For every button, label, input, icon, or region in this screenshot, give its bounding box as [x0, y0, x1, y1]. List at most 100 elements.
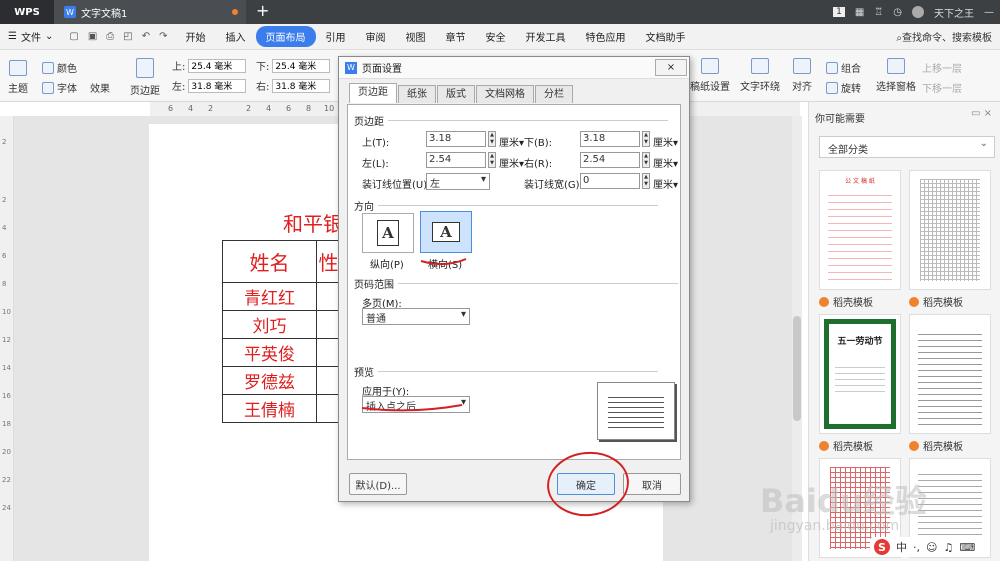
- right-margin-field[interactable]: 2.54: [580, 152, 640, 168]
- bottom-spinner[interactable]: ▲ ▼: [642, 131, 650, 147]
- punct-icon[interactable]: ·,: [913, 541, 920, 554]
- minimize-icon[interactable]: —: [984, 7, 994, 18]
- right-spinner[interactable]: ▲ ▼: [642, 152, 650, 168]
- top-margin-field[interactable]: 3.18: [426, 131, 486, 147]
- template-card[interactable]: [909, 170, 991, 290]
- tab-paper[interactable]: 纸张: [398, 85, 436, 103]
- save-icon[interactable]: ▣: [88, 31, 97, 42]
- gutter-unit[interactable]: 厘米▾: [653, 176, 678, 191]
- table-cell[interactable]: [316, 310, 341, 339]
- move-down-button[interactable]: 下移一层: [922, 80, 962, 95]
- table-cell[interactable]: 刘巧: [222, 310, 317, 339]
- table-cell[interactable]: 罗德兹: [222, 366, 317, 395]
- table-header-cell[interactable]: 性: [316, 240, 341, 283]
- rotate-button[interactable]: 旋转: [826, 80, 861, 95]
- portrait-button[interactable]: A: [362, 213, 414, 253]
- table-cell[interactable]: 青红红: [222, 282, 317, 311]
- table-cell[interactable]: 平英俊: [222, 338, 317, 367]
- undo-icon[interactable]: ↶: [142, 31, 150, 42]
- template-card[interactable]: 五一劳动节: [819, 314, 901, 434]
- avatar[interactable]: [912, 6, 924, 18]
- font-button[interactable]: 字体: [42, 80, 77, 95]
- menu-security[interactable]: 安全: [476, 26, 516, 47]
- bottom-margin-input[interactable]: [272, 58, 331, 73]
- command-search[interactable]: ⌕查找命令、搜索模板: [896, 29, 1000, 44]
- name-table[interactable]: 姓名性 青红红 刘巧 平英俊 罗德兹 王倩楠: [222, 240, 341, 423]
- menu-insert[interactable]: 插入: [216, 26, 256, 47]
- print-icon[interactable]: ⎙: [106, 31, 114, 42]
- menu-dev-tools[interactable]: 开发工具: [516, 26, 576, 47]
- skin-icon[interactable]: ♖: [874, 7, 883, 18]
- new-tab-button[interactable]: +: [256, 0, 272, 24]
- left-spinner[interactable]: ▲ ▼: [488, 152, 496, 168]
- grid-icon[interactable]: ▦: [855, 7, 864, 18]
- preview-icon[interactable]: ◰: [123, 31, 132, 42]
- top-margin-input[interactable]: [188, 58, 247, 73]
- redo-icon[interactable]: ↷: [159, 31, 167, 42]
- ime-lang[interactable]: 中: [896, 539, 907, 555]
- menu-references[interactable]: 引用: [316, 26, 356, 47]
- default-button[interactable]: 默认(D)...: [349, 473, 407, 495]
- right-unit[interactable]: 厘米▾: [653, 155, 678, 170]
- table-header-cell[interactable]: 姓名: [222, 240, 317, 283]
- gutter-spinner[interactable]: ▲ ▼: [642, 173, 650, 189]
- menu-doc-assistant[interactable]: 文档助手: [636, 26, 696, 47]
- table-cell[interactable]: [316, 394, 341, 423]
- menu-start[interactable]: 开始: [176, 26, 216, 47]
- color-button[interactable]: 颜色: [42, 60, 77, 75]
- close-button[interactable]: ×: [655, 59, 687, 76]
- effect-button[interactable]: 效果: [90, 80, 110, 95]
- document-tab[interactable]: W 文字文稿1: [54, 0, 246, 24]
- sogou-icon[interactable]: S: [874, 539, 890, 555]
- keyboard-icon[interactable]: ⌨: [959, 541, 975, 554]
- theme-button[interactable]: 主题: [8, 60, 28, 95]
- right-margin-input[interactable]: [272, 78, 331, 93]
- apply-to-select[interactable]: 插入点之后: [362, 396, 470, 413]
- bell-icon[interactable]: ◷: [893, 7, 902, 18]
- emoji-icon[interactable]: ☺: [926, 541, 937, 554]
- paper-setting-button[interactable]: 稿纸设置: [690, 58, 730, 93]
- landscape-label[interactable]: 横向(S): [428, 256, 462, 271]
- panel-menu-icon[interactable]: ▭ ×: [971, 108, 992, 119]
- tab-layout[interactable]: 版式: [437, 85, 475, 103]
- template-card[interactable]: [909, 314, 991, 434]
- table-cell[interactable]: [316, 366, 341, 395]
- bottom-unit[interactable]: 厘米▾: [653, 134, 678, 149]
- gutter-position-select[interactable]: 左: [426, 173, 490, 190]
- table-cell[interactable]: 王倩楠: [222, 394, 317, 423]
- move-up-button[interactable]: 上移一层: [922, 60, 962, 75]
- top-spinner[interactable]: ▲ ▼: [488, 131, 496, 147]
- menu-special-apps[interactable]: 特色应用: [576, 26, 636, 47]
- dialog-titlebar[interactable]: W 页面设置 ×: [339, 57, 689, 79]
- table-cell[interactable]: [316, 338, 341, 367]
- menu-review[interactable]: 审阅: [356, 26, 396, 47]
- align-button[interactable]: 对齐: [792, 58, 812, 93]
- portrait-label[interactable]: 纵向(P): [370, 256, 404, 271]
- menu-section[interactable]: 章节: [436, 26, 476, 47]
- template-card[interactable]: 公 文 稿 纸: [819, 170, 901, 290]
- multi-page-select[interactable]: 普通: [362, 308, 470, 325]
- wps-app-button[interactable]: WPS: [0, 0, 54, 24]
- left-margin-input[interactable]: [188, 78, 247, 93]
- new-doc-icon[interactable]: ▢: [69, 31, 78, 42]
- wrap-button[interactable]: 文字环绕: [740, 58, 780, 93]
- mic-icon[interactable]: ♫: [943, 541, 953, 554]
- left-unit[interactable]: 厘米▾: [499, 155, 524, 170]
- menu-view[interactable]: 视图: [396, 26, 436, 47]
- bottom-margin-field[interactable]: 3.18: [580, 131, 640, 147]
- category-select[interactable]: 全部分类: [819, 136, 995, 158]
- group-button[interactable]: 组合: [826, 60, 861, 75]
- tab-columns[interactable]: 分栏: [535, 85, 573, 103]
- margins-button[interactable]: 页边距: [130, 58, 160, 97]
- table-cell[interactable]: [316, 282, 341, 311]
- file-menu[interactable]: ☰ 文件 ⌄: [0, 29, 61, 44]
- tab-margins[interactable]: 页边距: [349, 83, 397, 103]
- select-pane-button[interactable]: 选择窗格: [876, 58, 916, 93]
- tab-doc-grid[interactable]: 文档网格: [476, 85, 534, 103]
- landscape-button[interactable]: A: [420, 211, 472, 253]
- ok-button[interactable]: 确定: [557, 473, 615, 495]
- top-unit[interactable]: 厘米▾: [499, 134, 524, 149]
- left-margin-field[interactable]: 2.54: [426, 152, 486, 168]
- user-name[interactable]: 天下之王: [934, 5, 974, 20]
- menu-page-layout[interactable]: 页面布局: [255, 26, 316, 47]
